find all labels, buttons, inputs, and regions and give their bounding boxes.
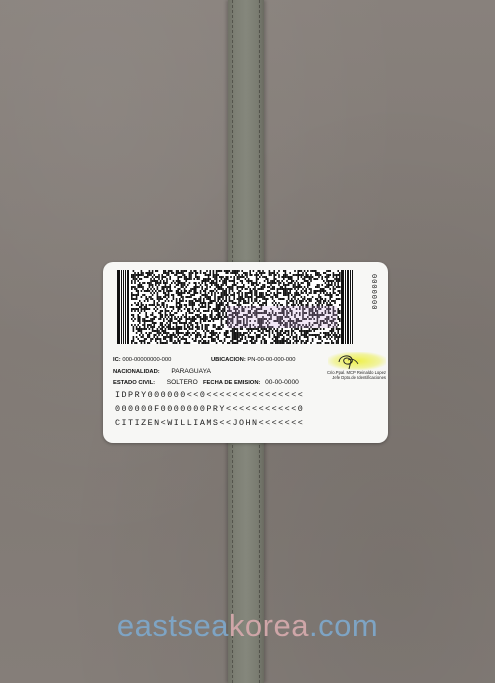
ubicacion-label: UBICACION: xyxy=(211,357,246,363)
estado-civil-value: SOLTERO xyxy=(166,379,198,386)
nacionalidad-label: NACIONALIDAD: xyxy=(113,369,160,375)
id-card-back: 0000000 IC: 000-00000000-000 UBICACION: … xyxy=(103,262,388,443)
signature-block: Crio.Ppal. MCP Reinaldo Lopez Jefe Dpto.… xyxy=(308,352,386,386)
signature-icon xyxy=(338,355,359,370)
card-serial-number: 0000000 xyxy=(369,274,377,311)
watermark-part-3: .com xyxy=(308,608,379,643)
signer-info: Crio.Ppal. MCP Reinaldo Lopez Jefe Dpto.… xyxy=(308,370,386,380)
mrz-line-2: 000000F0000000PRY<<<<<<<<<<<0 xyxy=(115,404,305,414)
ic-label: IC: xyxy=(113,357,121,363)
nacionalidad-value: PARAGUAYA xyxy=(171,368,211,375)
fecha-emision-label: FECHA DE EMISION: xyxy=(203,380,261,386)
estado-civil-label: ESTADO CIVIL: xyxy=(113,380,156,386)
ubicacion-field: UBICACION: PN-00-00-000-000 xyxy=(211,357,295,363)
nacionalidad-field: NACIONALIDAD: PARAGUAYA xyxy=(113,368,211,375)
mrz-line-3: CITIZEN<WILLIAMS<<JOHN<<<<<<< xyxy=(115,418,305,428)
mrz-line-1: IDPRY000000<<0<<<<<<<<<<<<<<< xyxy=(115,390,305,400)
watermark: eastseakorea.com xyxy=(0,608,495,644)
watermark-part-1: eastsea xyxy=(116,608,229,643)
ic-value: 000-00000000-000 xyxy=(122,357,172,363)
ubicacion-value: PN-00-00-000-000 xyxy=(247,357,296,363)
ic-field: IC: 000-00000000-000 xyxy=(113,357,171,363)
signer-title: Jefe Dpto.de Identificaciones xyxy=(332,375,386,380)
fecha-emision-field: FECHA DE EMISION: 00-00-0000 xyxy=(203,379,299,386)
estado-civil-field: ESTADO CIVIL: SOLTERO xyxy=(113,379,198,386)
pdf417-barcode xyxy=(117,270,353,344)
watermark-part-2: korea xyxy=(228,608,309,643)
fecha-emision-value: 00-00-0000 xyxy=(265,379,299,386)
